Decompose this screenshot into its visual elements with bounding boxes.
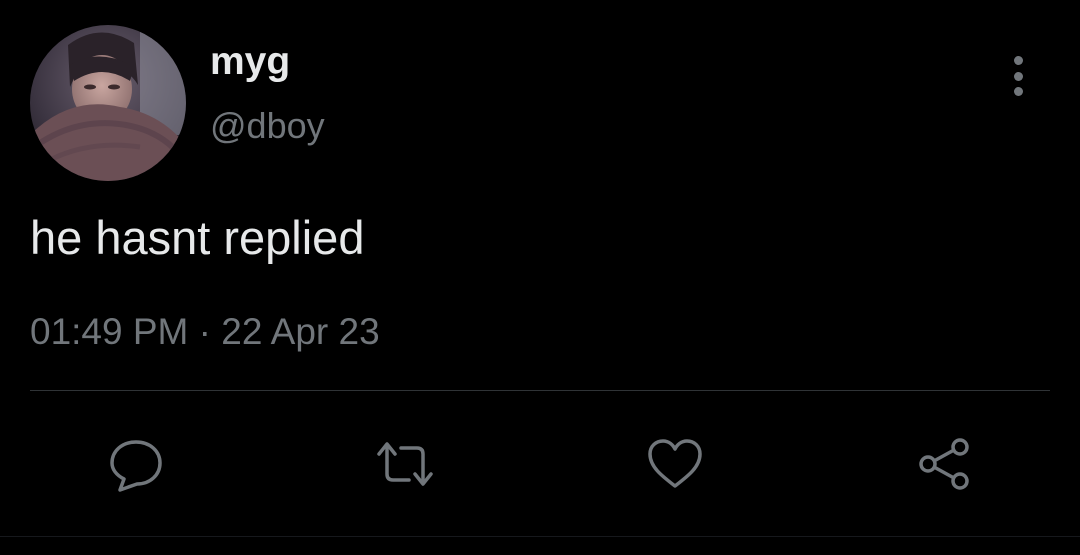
- tweet-date[interactable]: 22 Apr 23: [221, 311, 379, 352]
- share-icon: [919, 438, 969, 490]
- meta-separator: ·: [198, 311, 211, 352]
- divider: [30, 390, 1050, 391]
- heart-icon: [648, 439, 702, 488]
- tweet-timestamp: 01:49 PM · 22 Apr 23: [30, 313, 380, 350]
- tweet-text: he hasnt replied: [30, 211, 365, 264]
- speech-bubble-icon: [110, 440, 162, 492]
- profile-photo: [30, 25, 186, 181]
- more-options-button[interactable]: [998, 50, 1038, 102]
- share-button[interactable]: [912, 432, 976, 496]
- more-icon: [1013, 56, 1023, 65]
- display-name[interactable]: myg: [210, 42, 290, 81]
- like-button[interactable]: [643, 432, 707, 496]
- more-icon-dot: [1013, 71, 1023, 81]
- more-icon-dot: [1013, 87, 1023, 96]
- avatar[interactable]: [30, 25, 186, 181]
- tweet-time[interactable]: 01:49 PM: [30, 311, 188, 352]
- username-handle[interactable]: @dboy: [210, 108, 325, 144]
- retweet-icon: [377, 442, 433, 486]
- bottom-divider: [0, 536, 1080, 537]
- retweet-button[interactable]: [373, 432, 437, 496]
- reply-button[interactable]: [104, 432, 168, 496]
